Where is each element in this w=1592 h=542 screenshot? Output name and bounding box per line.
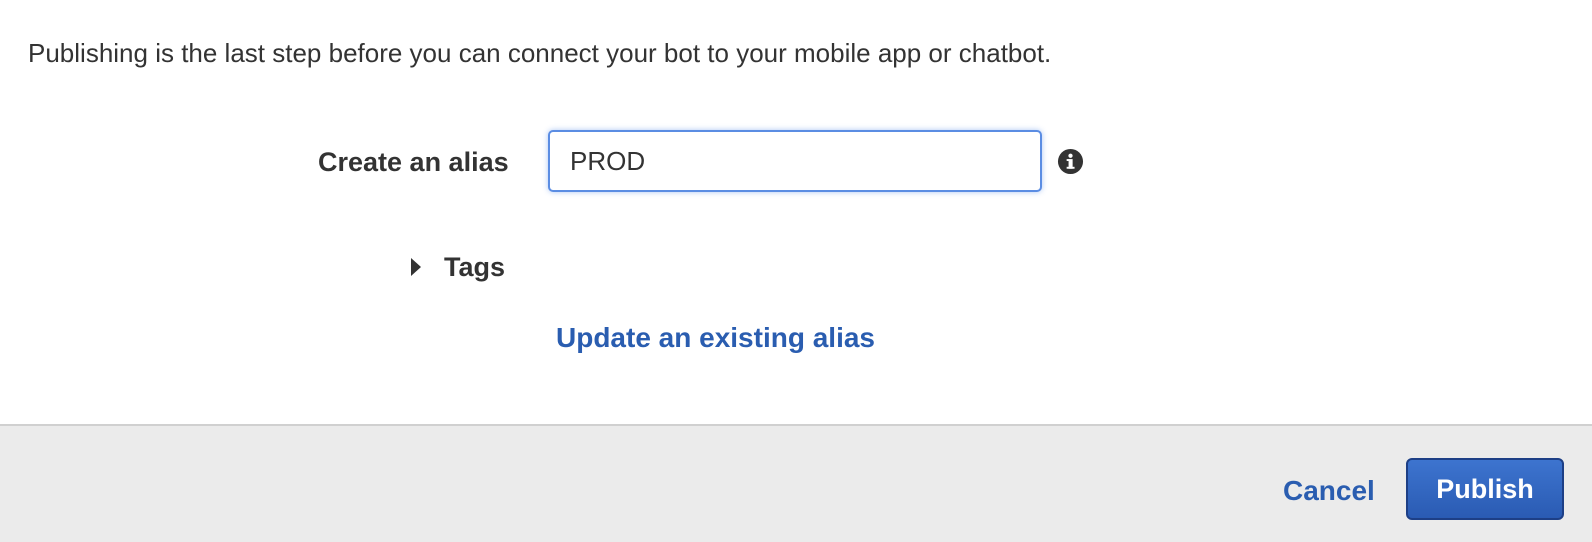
dialog-footer: Cancel Publish — [0, 424, 1592, 542]
tags-toggle[interactable]: Tags — [411, 247, 505, 287]
update-existing-alias-link[interactable]: Update an existing alias — [556, 320, 875, 356]
caret-right-icon — [411, 258, 421, 276]
intro-text: Publishing is the last step before you c… — [28, 38, 1052, 68]
alias-input[interactable] — [548, 130, 1042, 192]
alias-label: Create an alias — [318, 147, 509, 177]
publish-button[interactable]: Publish — [1406, 458, 1564, 520]
publish-dialog-body: Publishing is the last step before you c… — [0, 0, 1592, 424]
info-circle-icon[interactable] — [1057, 148, 1084, 175]
tags-label: Tags — [444, 251, 506, 282]
cancel-button[interactable]: Cancel — [1283, 474, 1375, 508]
